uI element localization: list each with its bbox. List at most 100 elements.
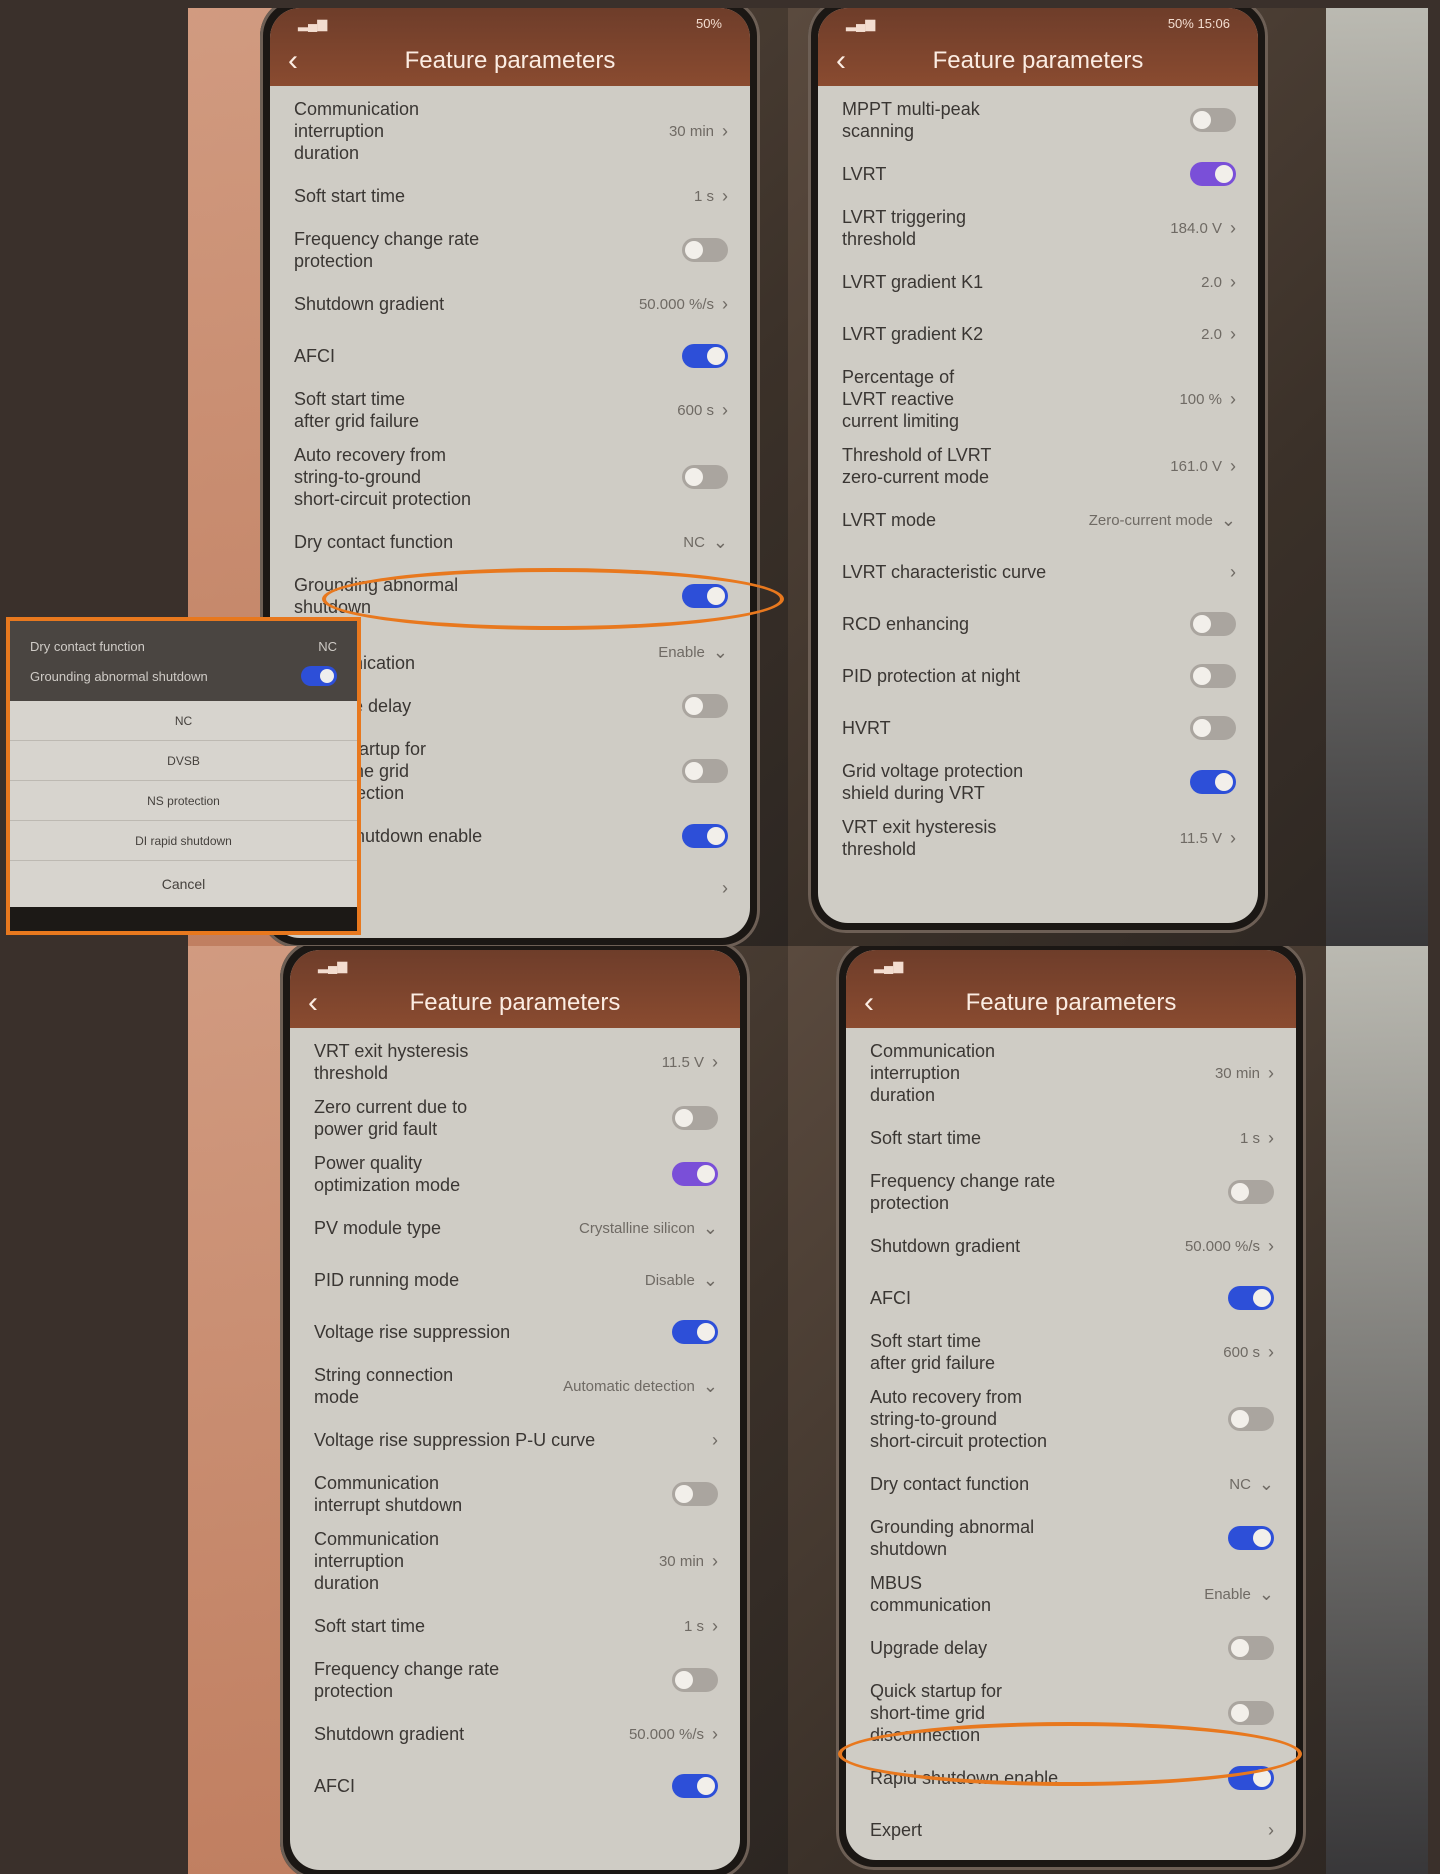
setting-control[interactable]: [1190, 162, 1236, 186]
setting-control[interactable]: [682, 344, 728, 368]
toggle-switch[interactable]: [1228, 1701, 1274, 1725]
toggle-switch[interactable]: [1228, 1286, 1274, 1310]
setting-control[interactable]: NC ⌄: [1229, 1474, 1274, 1495]
settings-row[interactable]: Soft start time after grid failure 600 s ›: [870, 1324, 1274, 1380]
toggle-switch[interactable]: [672, 1106, 718, 1130]
setting-control[interactable]: 2.0 ›: [1201, 324, 1236, 345]
setting-control[interactable]: [682, 824, 728, 848]
setting-control[interactable]: [1190, 770, 1236, 794]
toggle-switch[interactable]: [672, 1774, 718, 1798]
setting-control[interactable]: [1228, 1701, 1274, 1725]
setting-control[interactable]: 100 % ›: [1179, 389, 1236, 410]
settings-row[interactable]: Threshold of LVRT zero-current mode 161.0…: [842, 438, 1236, 494]
setting-control[interactable]: 50.000 %/s ›: [639, 294, 728, 315]
setting-control[interactable]: 1 s ›: [1240, 1128, 1274, 1149]
setting-control[interactable]: 1 s ›: [684, 1616, 718, 1637]
setting-control[interactable]: 50.000 %/s ›: [1185, 1236, 1274, 1257]
toggle-switch[interactable]: [682, 694, 728, 718]
settings-row[interactable]: MPPT multi-peak scanning: [842, 92, 1236, 148]
setting-control[interactable]: [672, 1162, 718, 1186]
setting-control[interactable]: [672, 1106, 718, 1130]
setting-control[interactable]: Zero-current mode ⌄: [1089, 510, 1236, 531]
setting-control[interactable]: ›: [1230, 562, 1236, 583]
settings-row[interactable]: RCD enhancing: [842, 598, 1236, 650]
setting-control[interactable]: Enable ⌄: [1204, 1584, 1274, 1605]
setting-control[interactable]: 184.0 V ›: [1170, 218, 1236, 239]
settings-row[interactable]: LVRT gradient K1 2.0 ›: [842, 256, 1236, 308]
setting-control[interactable]: Enable ⌄: [658, 642, 728, 663]
settings-row[interactable]: Auto recovery from string-to-ground shor…: [294, 438, 728, 516]
settings-row[interactable]: PID running mode Disable ⌄: [314, 1254, 718, 1306]
setting-control[interactable]: 30 min ›: [1215, 1063, 1274, 1084]
setting-control[interactable]: 600 s ›: [677, 400, 728, 421]
settings-row[interactable]: MBUS communication Enable ⌄: [870, 1566, 1274, 1622]
setting-control[interactable]: [682, 759, 728, 783]
settings-row[interactable]: LVRT triggering threshold 184.0 V ›: [842, 200, 1236, 256]
toggle-switch[interactable]: [682, 344, 728, 368]
setting-control[interactable]: 161.0 V ›: [1170, 456, 1236, 477]
setting-control[interactable]: NC ⌄: [683, 532, 728, 553]
setting-control[interactable]: [1228, 1526, 1274, 1550]
setting-control[interactable]: [1190, 716, 1236, 740]
option-dvsb[interactable]: DVSB: [10, 741, 357, 781]
settings-row[interactable]: Grounding abnormal shutdown: [870, 1510, 1274, 1566]
setting-control[interactable]: [672, 1774, 718, 1798]
settings-row[interactable]: VRT exit hysteresis threshold 11.5 V ›: [314, 1034, 718, 1090]
settings-row[interactable]: String connection mode Automatic detectio…: [314, 1358, 718, 1414]
settings-row[interactable]: Shutdown gradient 50.000 %/s ›: [294, 278, 728, 330]
settings-row[interactable]: Soft start time 1 s ›: [870, 1112, 1274, 1164]
setting-control[interactable]: 30 min ›: [659, 1551, 718, 1572]
setting-control[interactable]: [682, 694, 728, 718]
toggle-switch[interactable]: [1228, 1526, 1274, 1550]
setting-control[interactable]: ›: [722, 878, 728, 899]
option-ns-protection[interactable]: NS protection: [10, 781, 357, 821]
option-nc[interactable]: NC: [10, 701, 357, 741]
settings-row[interactable]: Auto recovery from string-to-ground shor…: [870, 1380, 1274, 1458]
settings-row[interactable]: Frequency change rate protection: [870, 1164, 1274, 1220]
toggle-switch[interactable]: [1190, 162, 1236, 186]
settings-row[interactable]: Communication interruption duration 30 mi…: [314, 1522, 718, 1600]
settings-row[interactable]: VRT exit hysteresis threshold 11.5 V ›: [842, 810, 1236, 866]
cancel-button[interactable]: Cancel: [10, 861, 357, 907]
toggle-switch[interactable]: [672, 1668, 718, 1692]
settings-row[interactable]: LVRT: [842, 148, 1236, 200]
toggle-switch[interactable]: [1190, 612, 1236, 636]
setting-control[interactable]: [1228, 1636, 1274, 1660]
settings-row[interactable]: Power quality optimization mode: [314, 1146, 718, 1202]
setting-control[interactable]: [1190, 108, 1236, 132]
settings-row[interactable]: Communication interruption duration 30 mi…: [870, 1034, 1274, 1112]
setting-control[interactable]: [682, 238, 728, 262]
setting-control[interactable]: [672, 1320, 718, 1344]
setting-control[interactable]: 50.000 %/s ›: [629, 1724, 718, 1745]
setting-control[interactable]: ›: [712, 1430, 718, 1451]
settings-row[interactable]: Soft start time 1 s ›: [314, 1600, 718, 1652]
setting-control[interactable]: [1190, 664, 1236, 688]
settings-row[interactable]: Soft start time 1 s ›: [294, 170, 728, 222]
settings-row[interactable]: Communication interrupt shutdown: [314, 1466, 718, 1522]
setting-control[interactable]: Automatic detection ⌄: [563, 1376, 718, 1397]
setting-control[interactable]: ›: [1268, 1820, 1274, 1841]
toggle-switch[interactable]: [672, 1320, 718, 1344]
back-arrow-icon[interactable]: ‹: [308, 986, 348, 1020]
toggle-switch[interactable]: [682, 238, 728, 262]
toggle-switch[interactable]: [682, 824, 728, 848]
settings-row[interactable]: Expert ›: [870, 1804, 1274, 1856]
settings-row[interactable]: AFCI: [314, 1760, 718, 1812]
toggle-switch[interactable]: [1190, 770, 1236, 794]
setting-control[interactable]: 2.0 ›: [1201, 272, 1236, 293]
setting-control[interactable]: [682, 465, 728, 489]
setting-control[interactable]: [672, 1482, 718, 1506]
back-arrow-icon[interactable]: ‹: [288, 44, 328, 78]
toggle-switch[interactable]: [682, 465, 728, 489]
settings-row[interactable]: Frequency change rate protection: [294, 222, 728, 278]
setting-control[interactable]: [1228, 1180, 1274, 1204]
toggle-switch[interactable]: [1190, 108, 1236, 132]
toggle-switch[interactable]: [672, 1162, 718, 1186]
back-arrow-icon[interactable]: ‹: [864, 986, 904, 1020]
settings-row[interactable]: Dry contact function NC ⌄: [294, 516, 728, 568]
setting-control[interactable]: [1228, 1407, 1274, 1431]
toggle-switch[interactable]: [1228, 1180, 1274, 1204]
setting-control[interactable]: Disable ⌄: [645, 1270, 718, 1291]
option-di-rapid-shutdown[interactable]: DI rapid shutdown: [10, 821, 357, 861]
setting-control[interactable]: 30 min ›: [669, 121, 728, 142]
